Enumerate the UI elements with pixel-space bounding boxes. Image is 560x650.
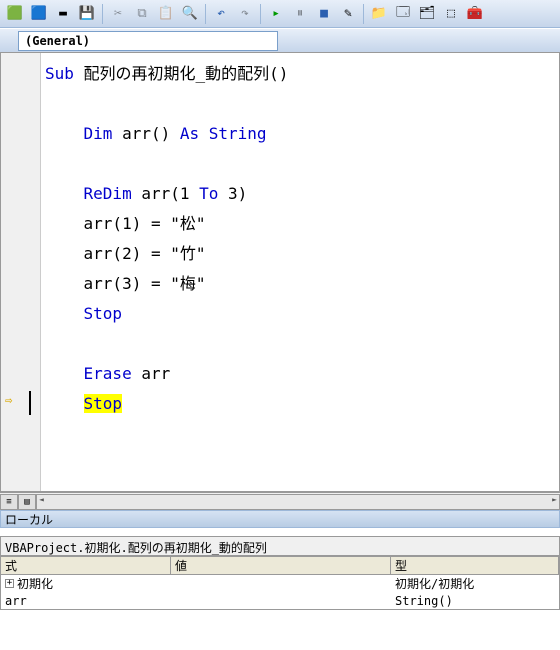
- paste-icon[interactable]: 📋: [155, 3, 177, 25]
- proc-selector-row: (General): [0, 28, 560, 52]
- proc-view-button[interactable]: ≡: [0, 494, 18, 510]
- locals-grid: 式 値 型 +初期化初期化/初期化 arrString(): [0, 556, 560, 610]
- caret-indicator: [29, 391, 31, 415]
- execution-arrow-icon: ⇨: [5, 393, 12, 407]
- project-icon[interactable]: 📁: [368, 3, 390, 25]
- locals-context: VBAProject.初期化.配列の再初期化_動的配列: [0, 536, 560, 556]
- expand-icon[interactable]: +: [5, 579, 14, 588]
- col-type[interactable]: 型: [391, 557, 559, 574]
- undo-icon[interactable]: ↶: [210, 3, 232, 25]
- excel-icon[interactable]: 🟩: [4, 3, 26, 25]
- run-icon[interactable]: ▸: [265, 3, 287, 25]
- margin-gutter: ⇨: [1, 53, 41, 491]
- view-switcher: ≡ ▤: [0, 492, 560, 510]
- design-icon[interactable]: ✎: [337, 3, 359, 25]
- reset-icon[interactable]: ■: [313, 3, 335, 25]
- table-row[interactable]: arrString(): [1, 592, 559, 609]
- find-icon[interactable]: 🔍: [179, 3, 201, 25]
- full-view-button[interactable]: ▤: [18, 494, 36, 510]
- order-icon[interactable]: ⬚: [440, 3, 462, 25]
- redo-icon[interactable]: ↷: [234, 3, 256, 25]
- locals-title: ローカル: [0, 510, 560, 528]
- table-row[interactable]: +初期化初期化/初期化: [1, 575, 559, 592]
- object-dropdown[interactable]: (General): [18, 31, 278, 51]
- col-expr[interactable]: 式: [1, 557, 171, 574]
- line-icon[interactable]: ▬: [52, 3, 74, 25]
- obj-icon[interactable]: 🗂: [416, 3, 438, 25]
- horizontal-scrollbar[interactable]: [36, 494, 560, 510]
- word-icon[interactable]: 🟦: [28, 3, 50, 25]
- props-icon[interactable]: 🗔: [392, 3, 414, 25]
- code-editor[interactable]: ⇨ Sub 配列の再初期化_動的配列() Dim arr() As String…: [0, 52, 560, 492]
- break-icon[interactable]: ⏸: [289, 3, 311, 25]
- grid-header: 式 値 型: [1, 557, 559, 575]
- col-value[interactable]: 値: [171, 557, 391, 574]
- code-text[interactable]: Sub 配列の再初期化_動的配列() Dim arr() As String R…: [41, 53, 559, 491]
- cut-icon[interactable]: ✂: [107, 3, 129, 25]
- copy-icon[interactable]: ⧉: [131, 3, 153, 25]
- save-icon[interactable]: 💾: [76, 3, 98, 25]
- main-toolbar: 🟩 🟦 ▬ 💾 ✂ ⧉ 📋 🔍 ↶ ↷ ▸ ⏸ ■ ✎ 📁 🗔 🗂 ⬚ 🧰: [0, 0, 560, 28]
- toolbox-icon[interactable]: 🧰: [464, 3, 486, 25]
